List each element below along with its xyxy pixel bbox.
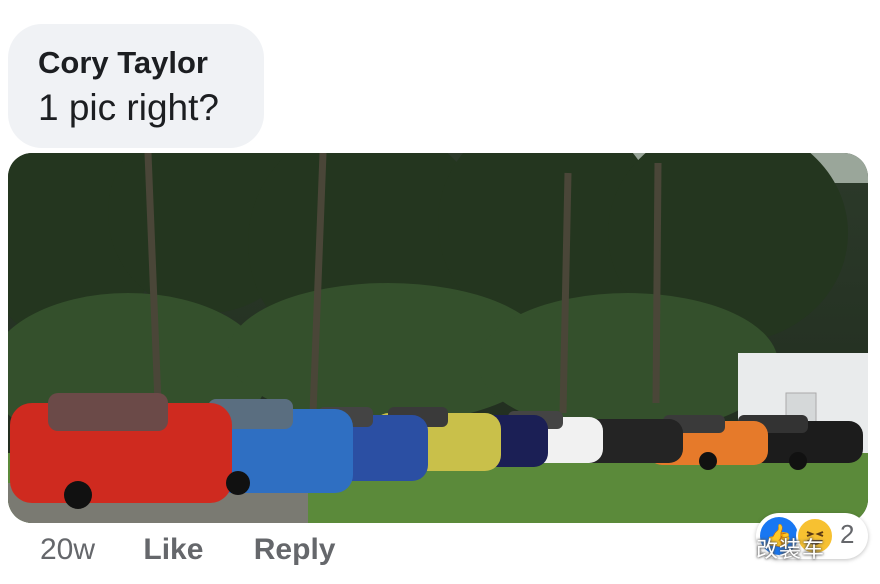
comment-timestamp[interactable]: 20w	[40, 530, 95, 570]
comment-bubble: Cory Taylor 1 pic right?	[8, 24, 264, 148]
comment-actions: 20w Like Reply	[40, 530, 377, 570]
watermark-text: 改装车	[756, 537, 826, 562]
comment-text: 1 pic right?	[38, 87, 219, 128]
reply-button[interactable]: Reply	[254, 530, 336, 570]
reaction-count: 2	[840, 519, 855, 549]
cars-photo-illustration	[8, 153, 868, 523]
comment-author[interactable]: Cory Taylor	[38, 44, 264, 82]
like-button[interactable]: Like	[143, 530, 203, 570]
comment-photo[interactable]	[8, 153, 868, 523]
